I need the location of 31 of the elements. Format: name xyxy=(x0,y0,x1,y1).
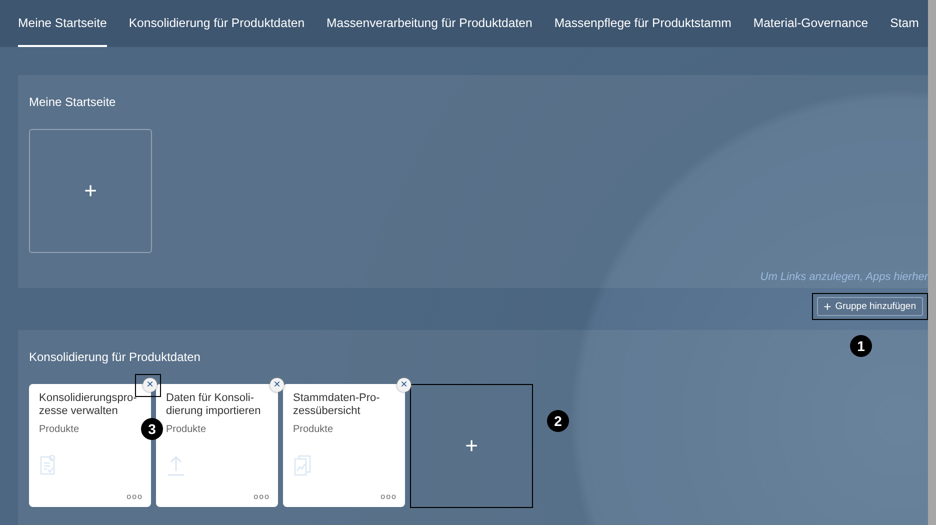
tile-subtitle: Produkte xyxy=(39,424,80,435)
tile-subtitle: Produkte xyxy=(166,424,208,435)
button-label: Gruppe hinzufügen xyxy=(835,301,916,312)
highlight-frame xyxy=(135,374,161,397)
group-title: Konsolidierung für Produktdaten xyxy=(29,350,202,364)
callout-number: 1 xyxy=(850,335,872,357)
close-button[interactable]: × xyxy=(397,378,411,392)
tile-subtitle: Produkte xyxy=(293,424,334,435)
hint-text: Um Links anzulegen, Apps hierher xyxy=(760,271,928,283)
close-button[interactable]: × xyxy=(270,378,284,392)
add-group-button[interactable]: + Gruppe hinzufügen xyxy=(816,297,923,316)
tab[interactable]: Material-Governance xyxy=(753,0,868,47)
tab[interactable]: Meine Startseite xyxy=(18,0,107,47)
callout-number: 2 xyxy=(547,410,569,432)
tile-title: Daten für Konsoli- dierung importieren xyxy=(166,392,262,418)
add-tile-button[interactable]: + xyxy=(29,129,152,253)
plus-icon: + xyxy=(824,300,832,313)
tile-title: Konsolidierungspro- zesse verwalten xyxy=(39,392,138,418)
more-button[interactable]: ooo xyxy=(380,492,397,501)
upload-icon xyxy=(166,454,186,477)
tab[interactable]: Massenpflege für Produktstamm xyxy=(554,0,732,47)
tab[interactable]: Konsolidierung für Produktdaten xyxy=(128,0,305,47)
tile-title: Stammdaten-Pro- zessübersicht xyxy=(293,392,381,418)
add-tile-button[interactable]: + xyxy=(410,384,533,508)
tab[interactable]: Massenverarbeitung für Produktdaten xyxy=(326,0,532,47)
group-title: Meine Startseite xyxy=(29,95,117,109)
tab[interactable]: Stam xyxy=(890,0,919,47)
close-button[interactable]: × xyxy=(143,378,157,392)
chart-document-icon xyxy=(293,454,313,477)
more-button[interactable]: ooo xyxy=(126,492,143,501)
more-button[interactable]: ooo xyxy=(254,492,270,501)
